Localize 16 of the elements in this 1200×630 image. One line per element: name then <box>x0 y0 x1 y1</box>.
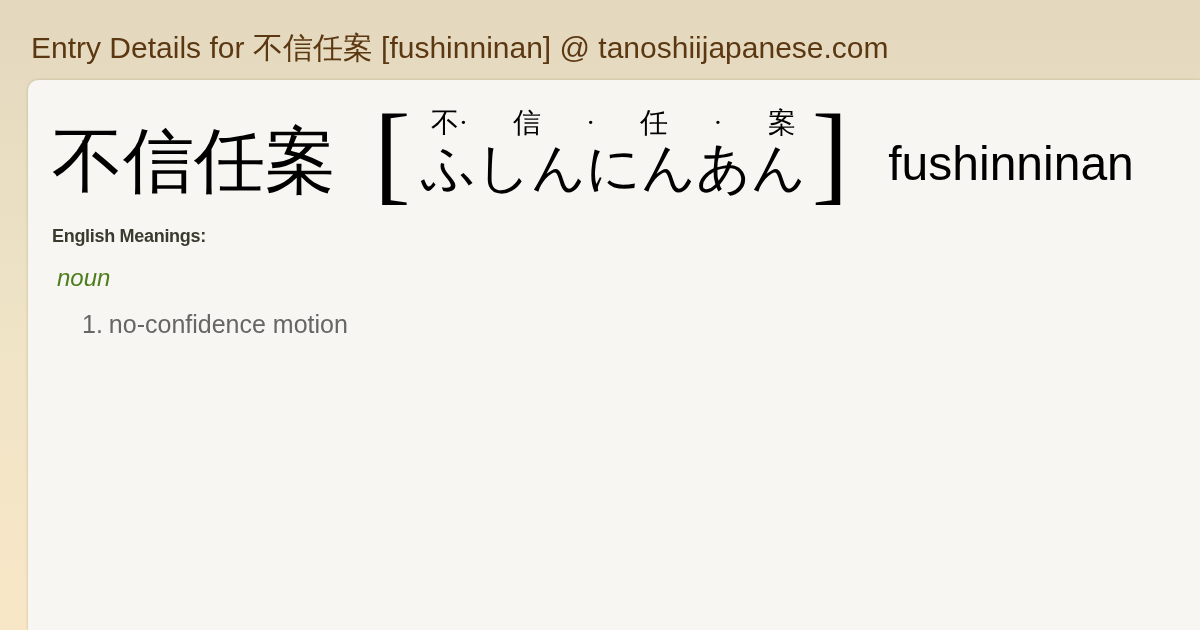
furigana-kanji: 不· <box>430 109 468 137</box>
part-of-speech: noun <box>57 264 111 291</box>
furigana-kanji: · <box>585 109 596 137</box>
page-title: Entry Details for 不信任案 [fushinninan] @ tanoshiijapanese.com <box>31 33 889 63</box>
furigana-kanji: 任 <box>640 109 669 137</box>
word-kanji: 不信任案 <box>52 126 336 197</box>
close-bracket: ] <box>811 98 849 208</box>
furigana-kanji: 案 <box>767 109 796 137</box>
meaning-number: 1. <box>82 309 103 340</box>
romaji-reading: fushinninan <box>888 140 1134 188</box>
meanings-heading: English Meanings: <box>52 226 206 246</box>
open-bracket: [ <box>374 98 411 208</box>
furigana-kanji: · <box>713 109 723 137</box>
furigana-kanji: 信 <box>512 109 541 137</box>
reading-kana: ふしんにんあん <box>420 141 806 195</box>
meaning-text: no-confidence motion <box>108 309 348 340</box>
